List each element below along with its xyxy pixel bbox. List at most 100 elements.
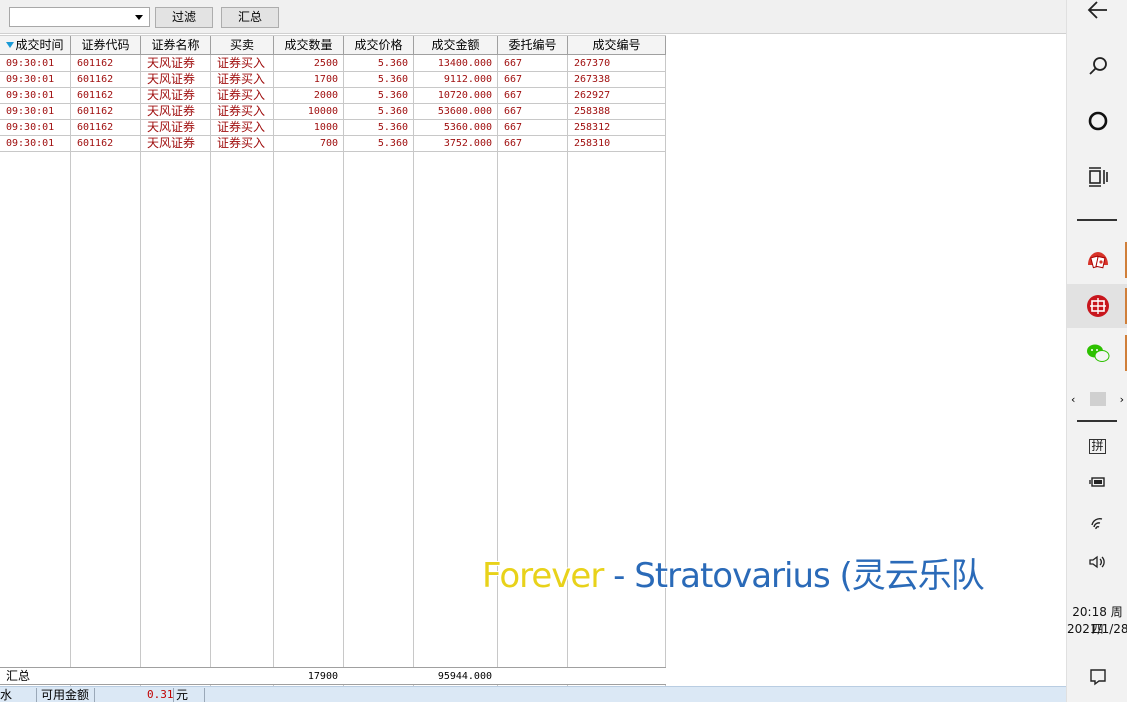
status-bar: 水 可用金额 0.31 元 <box>0 686 1066 702</box>
cell-quantity: 1000 <box>313 122 338 133</box>
cell-code: 601162 <box>77 122 114 133</box>
filter-combo[interactable] <box>9 7 150 27</box>
table-row[interactable]: 09:30:01 601162 天风证券 证券买入 2000 5.360 107… <box>0 88 666 104</box>
summary-row: 汇总 17900 95944.000 <box>0 667 666 685</box>
summary-amount: 95944.000 <box>437 671 492 682</box>
column-header-side[interactable]: 买卖 <box>211 36 274 55</box>
citic-app-icon[interactable] <box>1067 284 1127 328</box>
cell-side: 证券买入 <box>217 136 266 150</box>
cell-code: 601162 <box>77 106 114 117</box>
cell-quantity: 700 <box>319 138 338 149</box>
cell-amount: 53600.000 <box>437 106 492 117</box>
cell-order-id: 667 <box>504 74 523 85</box>
cell-order-id: 667 <box>504 106 523 117</box>
chevron-right-icon[interactable]: › <box>1120 393 1127 406</box>
cell-name: 天风证券 <box>147 120 196 134</box>
lyric-unsung-part: - Stratovarius (灵云乐队 <box>603 556 985 596</box>
column-header-name[interactable]: 证券名称 <box>141 36 211 55</box>
cell-amount: 5360.000 <box>443 122 492 133</box>
summary-button[interactable]: 汇总 <box>221 7 279 28</box>
grid-header: 成交时间 证券代码 证券名称 买卖 成交数量 成交价格 成交金额 委托编号 成交… <box>0 35 666 55</box>
cell-name: 天风证券 <box>147 72 196 86</box>
cell-trade-time: 09:30:01 <box>6 58 55 69</box>
cell-order-id: 667 <box>504 90 523 101</box>
cell-order-id: 667 <box>504 122 523 133</box>
cell-trade-id: 262927 <box>574 90 611 101</box>
cell-trade-id: 258310 <box>574 138 611 149</box>
table-row[interactable]: 09:30:01 601162 天风证券 证券买入 1000 5.360 536… <box>0 120 666 136</box>
column-header-code[interactable]: 证券代码 <box>71 36 141 55</box>
cell-trade-time: 09:30:01 <box>6 122 55 133</box>
cell-side: 证券买入 <box>217 88 266 102</box>
cell-code: 601162 <box>77 138 114 149</box>
grid-rows: 09:30:01 601162 天风证券 证券买入 2500 5.360 134… <box>0 56 666 152</box>
cell-trade-time: 09:30:01 <box>6 74 55 85</box>
status-separator <box>36 688 37 702</box>
cell-price: 5.360 <box>377 74 408 85</box>
notification-icon[interactable] <box>1067 655 1127 699</box>
available-funds-label: 可用金额 <box>41 688 90 702</box>
clock-date[interactable]: 2021/1/28 <box>1067 621 1127 638</box>
cell-code: 601162 <box>77 74 114 85</box>
cell-price: 5.360 <box>377 106 408 117</box>
cell-side: 证券买入 <box>217 104 266 118</box>
chevron-down-icon[interactable] <box>135 15 143 20</box>
volume-icon[interactable] <box>1067 540 1127 584</box>
cell-quantity: 2000 <box>313 90 338 101</box>
cell-name: 天风证券 <box>147 88 196 102</box>
cell-amount: 13400.000 <box>437 58 492 69</box>
cell-quantity: 2500 <box>313 58 338 69</box>
task-view-icon[interactable] <box>1067 155 1127 199</box>
card-game-app-icon[interactable] <box>1067 238 1127 282</box>
wifi-icon[interactable] <box>1067 501 1127 545</box>
chevron-left-icon[interactable]: ‹ <box>1067 393 1075 406</box>
cell-price: 5.360 <box>377 90 408 101</box>
status-separator <box>204 688 205 702</box>
table-row[interactable]: 09:30:01 601162 天风证券 证券买入 2500 5.360 134… <box>0 56 666 72</box>
wechat-icon[interactable] <box>1067 331 1127 375</box>
tray-scroll: ‹ › <box>1067 391 1127 407</box>
table-row[interactable]: 09:30:01 601162 天风证券 证券买入 700 5.360 3752… <box>0 136 666 152</box>
column-header-price[interactable]: 成交价格 <box>344 36 414 55</box>
lyric-sung-part: Forever <box>482 556 604 596</box>
summary-quantity: 17900 <box>307 671 338 682</box>
cell-quantity: 10000 <box>307 106 338 117</box>
taskbar: ‹ › 拼 20:18 周四 2021/1/28 <box>1066 0 1127 702</box>
cell-trade-time: 09:30:01 <box>6 138 55 149</box>
cell-order-id: 667 <box>504 58 523 69</box>
status-left-fragment: 水 <box>0 688 13 702</box>
cell-price: 5.360 <box>377 58 408 69</box>
available-funds-unit: 元 <box>176 688 189 702</box>
column-header-amount[interactable]: 成交金额 <box>414 36 498 55</box>
cell-side: 证券买入 <box>217 72 266 86</box>
column-header-trade-id[interactable]: 成交编号 <box>568 36 666 55</box>
status-separator <box>94 688 95 702</box>
cell-trade-time: 09:30:01 <box>6 106 55 117</box>
cell-price: 5.360 <box>377 122 408 133</box>
cell-order-id: 667 <box>504 138 523 149</box>
cortana-icon[interactable] <box>1067 99 1127 143</box>
cell-name: 天风证券 <box>147 104 196 118</box>
battery-icon[interactable] <box>1067 460 1127 504</box>
desktop-lyric-overlay: Forever - Stratovarius (灵云乐队 <box>482 548 985 597</box>
cell-amount: 9112.000 <box>443 74 492 85</box>
cell-side: 证券买入 <box>217 56 266 70</box>
cell-name: 天风证券 <box>147 136 196 150</box>
available-funds-value: 0.31 <box>147 688 174 701</box>
status-separator <box>173 688 174 702</box>
filter-button[interactable]: 过滤 <box>155 7 213 28</box>
search-icon[interactable] <box>1067 44 1127 88</box>
column-header-trade-time[interactable]: 成交时间 <box>0 36 71 55</box>
back-arrow-icon[interactable] <box>1067 0 1127 32</box>
cell-amount: 10720.000 <box>437 90 492 101</box>
column-header-order-id[interactable]: 委托编号 <box>498 36 568 55</box>
table-row[interactable]: 09:30:01 601162 天风证券 证券买入 1700 5.360 911… <box>0 72 666 88</box>
taskbar-divider <box>1077 219 1117 221</box>
cell-name: 天风证券 <box>147 56 196 70</box>
tray-scroll-thumb[interactable] <box>1089 392 1106 406</box>
cell-trade-id: 267370 <box>574 58 611 69</box>
column-header-quantity[interactable]: 成交数量 <box>274 36 344 55</box>
cell-code: 601162 <box>77 90 114 101</box>
table-row[interactable]: 09:30:01 601162 天风证券 证券买入 10000 5.360 53… <box>0 104 666 120</box>
cell-code: 601162 <box>77 58 114 69</box>
